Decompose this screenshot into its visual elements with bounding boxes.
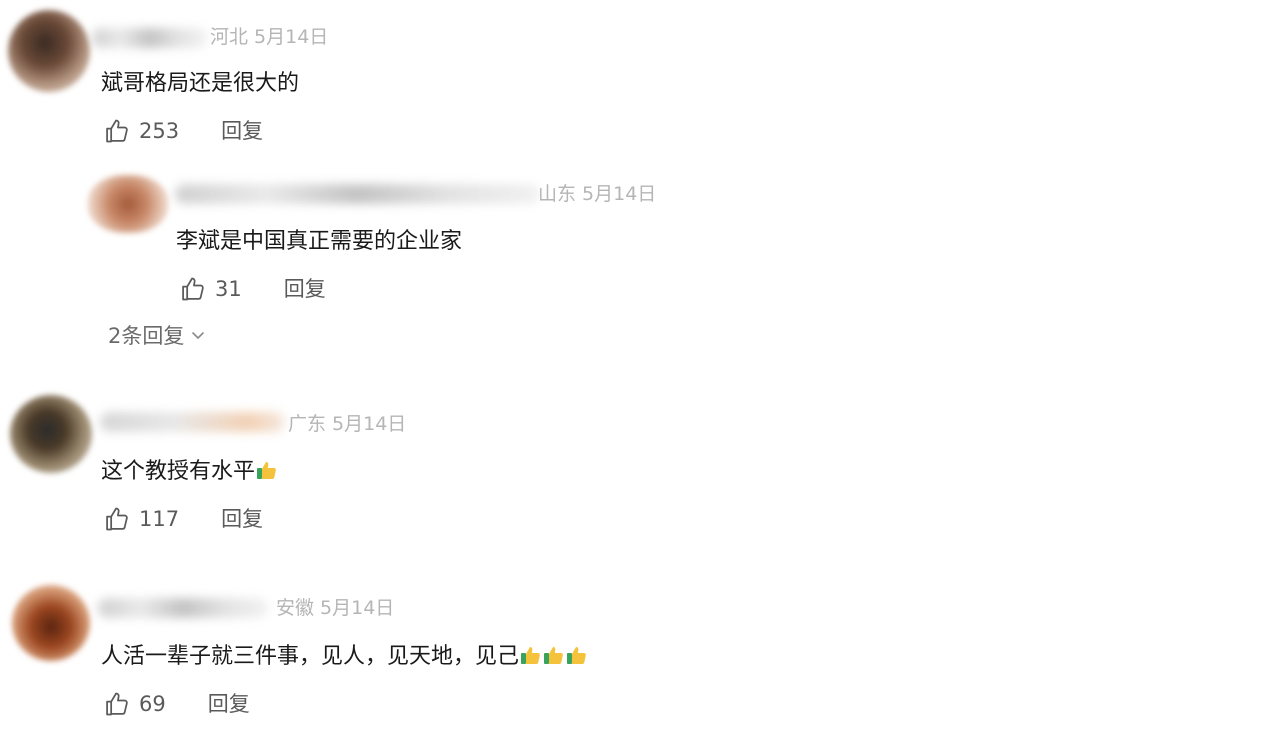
username-blurred[interactable] [175, 184, 540, 204]
expand-replies-button[interactable]: 2条回复 [108, 322, 206, 350]
username-blurred[interactable] [92, 28, 207, 48]
like-button[interactable]: 253 [103, 117, 179, 145]
reply-actions: 31 回复 [179, 275, 326, 303]
thumbs-up-emoji [566, 644, 588, 666]
date-label: 5月14日 [582, 183, 657, 205]
reply-text: 李斌是中国真正需要的企业家 [176, 229, 463, 254]
date-label: 5月14日 [320, 597, 395, 619]
like-count: 253 [139, 119, 180, 143]
comment-text: 人活一辈子就三件事，见人，见天地，见己 [101, 642, 588, 672]
reply-button[interactable]: 回复 [284, 275, 326, 303]
date-label: 5月14日 [254, 26, 329, 48]
thumbs-up-icon [179, 275, 207, 303]
location-label: 河北 [210, 26, 249, 48]
username-blurred[interactable] [100, 412, 285, 432]
reply-button[interactable]: 回复 [221, 117, 263, 145]
thumbs-up-icon [103, 505, 131, 533]
like-count: 69 [139, 692, 166, 716]
comment-text: 这个教授有水平 [101, 457, 278, 487]
username-blurred[interactable] [98, 598, 268, 618]
expand-replies-label: 2条回复 [108, 324, 185, 348]
avatar[interactable] [10, 395, 92, 473]
like-button[interactable]: 31 [179, 275, 242, 303]
comment-text-body: 这个教授有水平 [101, 459, 256, 484]
like-button[interactable]: 69 [103, 690, 166, 718]
comment-actions: 69 回复 [103, 690, 250, 718]
reply-button[interactable]: 回复 [221, 505, 263, 533]
comment-meta: 广东 5月14日 [288, 412, 406, 436]
comment-meta: 山东 5月14日 [538, 182, 656, 206]
date-label: 5月14日 [332, 413, 407, 435]
like-button[interactable]: 117 [103, 505, 179, 533]
comment-meta: 安徽 5月14日 [276, 596, 394, 620]
comment-text: 斌哥格局还是很大的 [101, 71, 300, 96]
comment-actions: 253 回复 [103, 117, 263, 145]
thumbs-up-emoji [520, 644, 542, 666]
location-label: 安徽 [276, 597, 315, 619]
thumbs-up-emoji [256, 459, 278, 481]
location-label: 山东 [538, 183, 577, 205]
avatar[interactable] [8, 10, 90, 92]
avatar[interactable] [12, 585, 90, 661]
location-label: 广东 [288, 413, 327, 435]
comment-list: 河北 5月14日 斌哥格局还是很大的 253 回复 山东 5月14日 李斌是中国… [0, 0, 1265, 748]
reply-button[interactable]: 回复 [208, 690, 250, 718]
comment-meta: 河北 5月14日 [210, 25, 328, 49]
comment-actions: 117 回复 [103, 505, 263, 533]
thumbs-up-icon [103, 690, 131, 718]
avatar[interactable] [88, 175, 168, 233]
like-count: 31 [215, 277, 242, 301]
chevron-down-icon [184, 322, 206, 350]
thumbs-up-icon [103, 117, 131, 145]
thumbs-up-emoji [543, 644, 565, 666]
comment-text-body: 人活一辈子就三件事，见人，见天地，见己 [101, 644, 520, 669]
like-count: 117 [139, 507, 180, 531]
